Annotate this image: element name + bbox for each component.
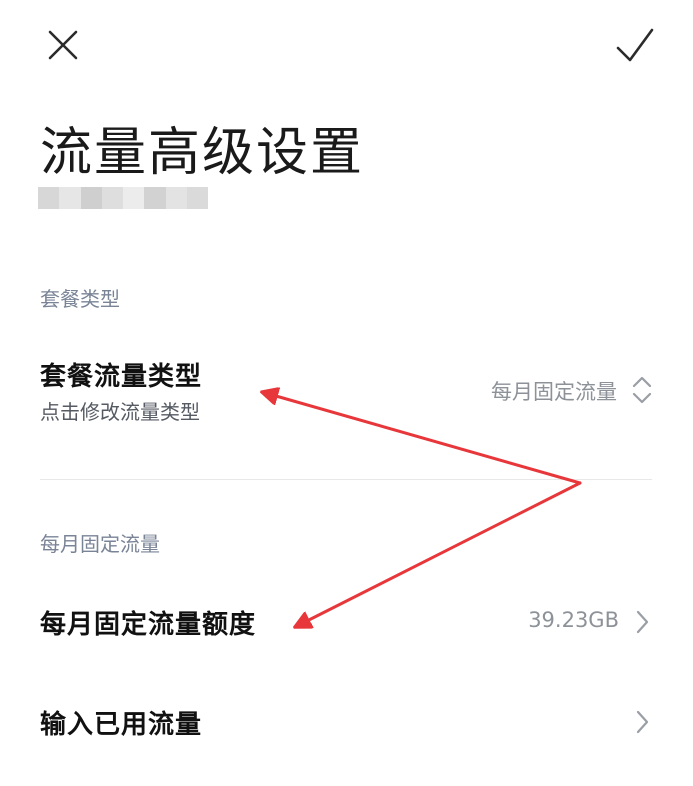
confirm-button[interactable] [610, 22, 658, 70]
divider [40, 479, 652, 480]
redacted-block [165, 187, 187, 209]
monthly-quota-value: 39.23GB [528, 608, 619, 632]
redacted-block [80, 187, 102, 209]
monthly-quota-row[interactable]: 每月固定流量额度 39.23GB [0, 580, 693, 664]
chevron-right-icon [636, 610, 649, 634]
check-icon [616, 28, 654, 62]
redacted-block [59, 187, 81, 209]
redacted-block [123, 187, 145, 209]
section-header-plan-type: 套餐类型 [40, 287, 120, 311]
redacted-block [186, 187, 208, 209]
redacted-block [38, 187, 60, 209]
monthly-quota-row-title: 每月固定流量额度 [40, 610, 257, 640]
used-data-row[interactable]: 输入已用流量 [0, 680, 693, 764]
used-data-row-title: 输入已用流量 [40, 710, 203, 740]
plan-type-row[interactable]: 套餐流量类型 点击修改流量类型 每月固定流量 [0, 340, 693, 440]
plan-type-row-title: 套餐流量类型 [40, 362, 203, 392]
redacted-subtitle [38, 187, 208, 209]
plan-type-value: 每月固定流量 [491, 380, 617, 404]
chevron-right-icon [636, 710, 649, 734]
close-button[interactable] [38, 22, 86, 70]
redacted-block [144, 187, 166, 209]
redacted-block [101, 187, 123, 209]
close-icon [48, 30, 78, 60]
plan-type-row-subtitle: 点击修改流量类型 [40, 400, 200, 424]
section-header-monthly: 每月固定流量 [40, 532, 160, 556]
expand-collapse-icon [632, 376, 652, 404]
page-title: 流量高级设置 [40, 123, 365, 183]
